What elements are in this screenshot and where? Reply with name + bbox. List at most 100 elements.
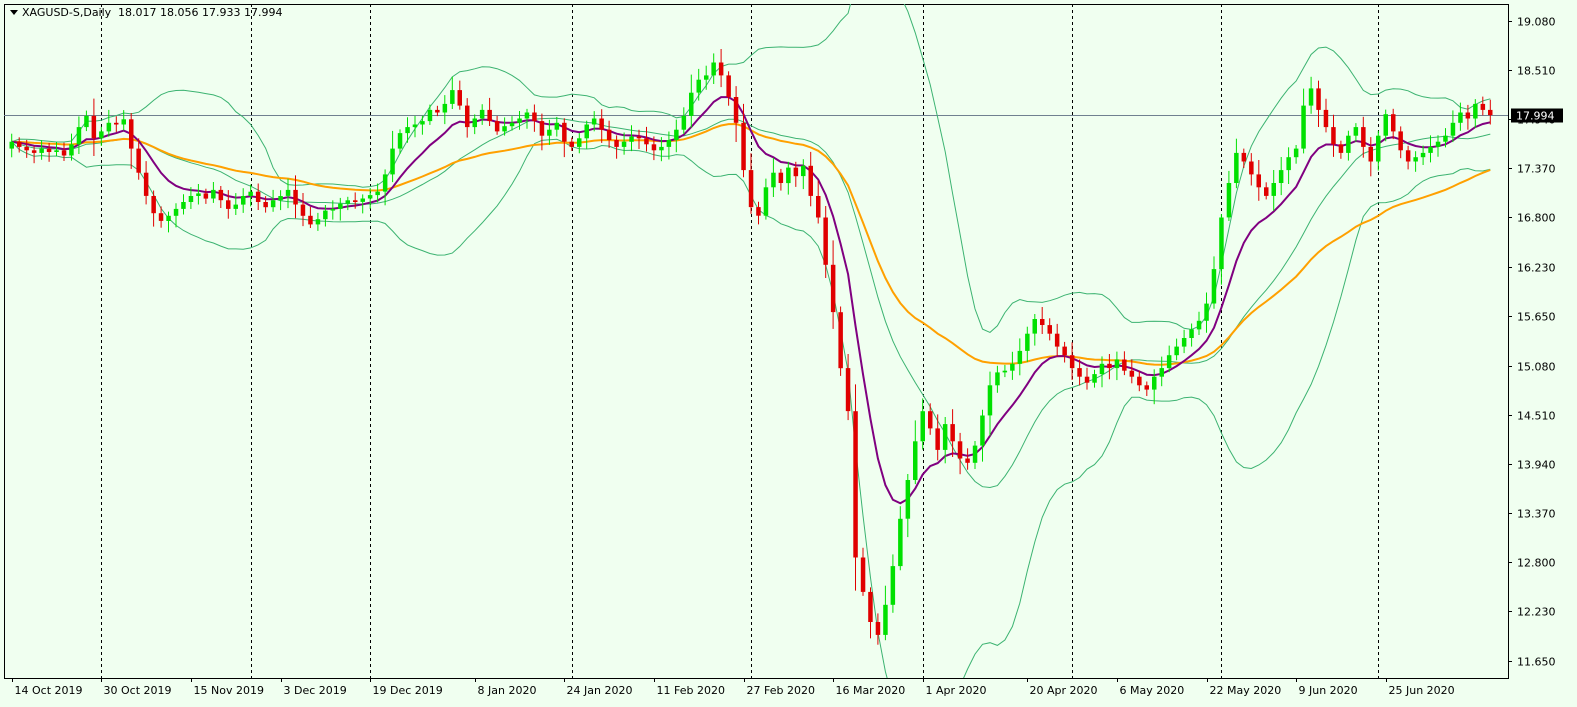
candle (1069, 342, 1075, 380)
candle-body (338, 203, 343, 209)
candle (450, 76, 455, 109)
candle-body (1047, 325, 1052, 334)
y-tick-label: 15.650 (1517, 311, 1556, 324)
candle-body (278, 196, 283, 201)
candle (151, 190, 156, 227)
candle (1107, 354, 1112, 380)
candle (1129, 359, 1135, 384)
candle-body (203, 193, 209, 199)
candle-body (427, 109, 433, 122)
candle-body (420, 121, 425, 125)
candle (987, 371, 993, 436)
candle (1189, 323, 1194, 347)
candle (1368, 137, 1373, 177)
collapse-triangle-icon[interactable] (10, 10, 18, 15)
candle-body (539, 121, 545, 136)
candle-body (390, 148, 395, 175)
candle-body (1152, 376, 1157, 390)
candle (1040, 307, 1045, 334)
candle-body (965, 458, 970, 463)
candle (1137, 370, 1142, 392)
candle (689, 74, 694, 128)
candle (338, 197, 343, 221)
candle (808, 151, 813, 207)
candle (91, 98, 97, 156)
candle (1264, 182, 1269, 200)
candle (1084, 367, 1090, 390)
candle (248, 184, 253, 207)
candle (1353, 123, 1359, 142)
bollinger-lower (11, 138, 1491, 678)
candle-body (1137, 376, 1142, 386)
candle-body (1286, 157, 1291, 171)
x-tick-label: 15 Nov 2019 (194, 684, 264, 697)
y-tick-label: 13.940 (1517, 459, 1556, 472)
candle-body (1166, 355, 1172, 369)
candle (830, 240, 836, 329)
candle-body (106, 122, 112, 132)
candle-body (509, 122, 515, 127)
candle-body (711, 62, 716, 76)
candle (1204, 292, 1209, 333)
candle-body (524, 112, 530, 119)
candle-body (1316, 88, 1321, 110)
candle (1025, 326, 1030, 362)
candle (479, 104, 485, 125)
candle-body (801, 165, 806, 177)
candle (1196, 311, 1202, 335)
candle-body (1226, 183, 1232, 218)
candle-body (382, 174, 388, 192)
chart-window[interactable]: 19.08018.51017.94017.37016.80016.23015.6… (0, 0, 1577, 707)
y-tick-label: 11.650 (1517, 656, 1556, 669)
price-chart[interactable]: 19.08018.51017.94017.37016.80016.23015.6… (0, 0, 1577, 707)
candle (1361, 116, 1366, 158)
candle-body (808, 165, 813, 196)
candle (412, 115, 418, 138)
candle-body (651, 144, 657, 151)
candle (1017, 338, 1023, 376)
candle-body (748, 170, 754, 208)
candle (860, 547, 866, 596)
candle-body (300, 204, 306, 216)
candle-body (315, 219, 321, 225)
candle (599, 109, 604, 143)
candle-body (972, 445, 978, 463)
candle-body (1144, 385, 1149, 390)
candle (1226, 170, 1232, 221)
candle (1301, 88, 1306, 154)
candle-body (1069, 355, 1075, 369)
candle (315, 212, 321, 231)
candle (868, 587, 873, 639)
candle-body (674, 129, 679, 140)
candle-body (935, 428, 940, 450)
candle-body (457, 90, 462, 106)
candle-body (987, 385, 993, 416)
candle-body (121, 119, 126, 125)
candle (1286, 147, 1291, 184)
candle (1174, 338, 1179, 361)
candle-body (1480, 103, 1486, 110)
candle-body (562, 122, 567, 142)
candle-body (1032, 319, 1037, 334)
y-tick-label: 13.370 (1517, 508, 1556, 521)
candle (733, 86, 739, 142)
candle-body (450, 90, 455, 104)
candle-body (1040, 319, 1045, 325)
candle-body (569, 141, 574, 147)
candle-body (17, 141, 22, 147)
candle-body (883, 604, 888, 635)
candle (629, 125, 634, 152)
candle (196, 184, 201, 205)
candle (935, 414, 940, 461)
candle-body (741, 122, 746, 171)
candle-body (367, 195, 373, 199)
candle-body (704, 75, 709, 80)
candle (390, 130, 395, 183)
candle (1323, 98, 1329, 133)
candle-body (24, 146, 29, 151)
x-tick-label: 9 Jun 2020 (1299, 684, 1358, 697)
candle-body (472, 118, 477, 128)
candle (69, 133, 74, 161)
candle (1391, 108, 1396, 140)
period-separators (101, 4, 1379, 678)
